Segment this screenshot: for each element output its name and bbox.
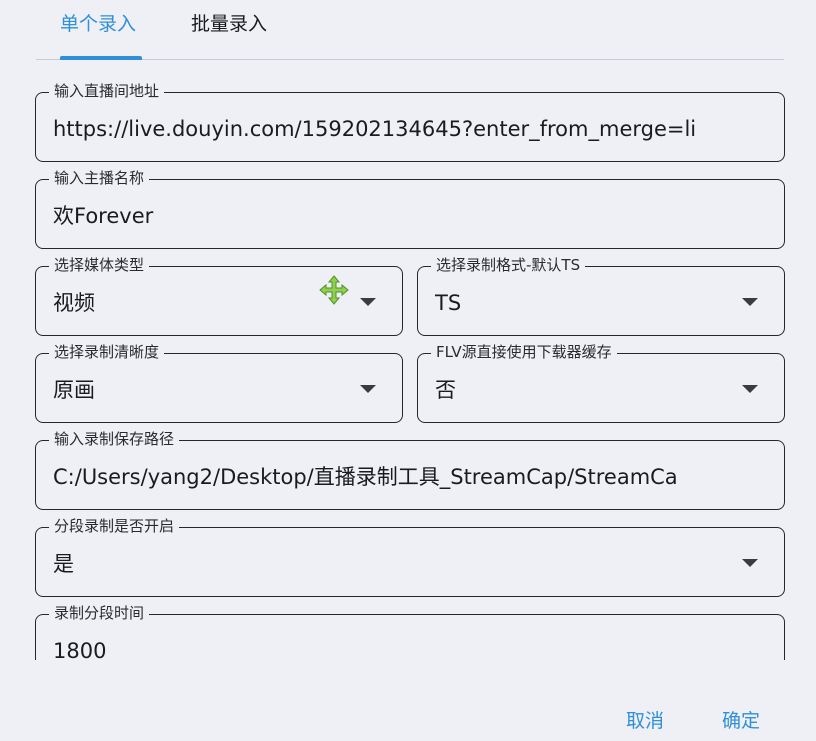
quality-label: 选择录制清晰度 xyxy=(49,342,165,362)
record-format-select[interactable]: 选择录制格式-默认TS TS xyxy=(417,255,785,336)
segment-time-field[interactable]: 录制分段时间 1800 xyxy=(35,603,785,660)
streamer-name-label: 输入主播名称 xyxy=(49,168,150,188)
record-format-value: TS xyxy=(435,291,462,315)
segment-time-label: 录制分段时间 xyxy=(49,603,150,623)
save-path-label: 输入录制保存路径 xyxy=(49,429,180,449)
flv-cache-label: FLV源直接使用下载器缓存 xyxy=(431,342,617,362)
quality-select[interactable]: 选择录制清晰度 原画 xyxy=(35,342,403,423)
chevron-down-icon[interactable] xyxy=(742,559,758,567)
segment-enabled-label: 分段录制是否开启 xyxy=(49,516,180,536)
tab-single-entry[interactable]: 单个录入 xyxy=(60,10,136,38)
media-type-label: 选择媒体类型 xyxy=(49,255,150,275)
streamer-name-input[interactable]: 欢Forever xyxy=(53,201,768,231)
record-format-label: 选择录制格式-默认TS xyxy=(431,255,586,275)
chevron-down-icon[interactable] xyxy=(742,298,758,306)
chevron-down-icon[interactable] xyxy=(742,385,758,393)
media-type-select[interactable]: 选择媒体类型 视频 xyxy=(35,255,403,336)
tab-batch-entry[interactable]: 批量录入 xyxy=(191,10,267,38)
live-url-label: 输入直播间地址 xyxy=(49,81,165,101)
segment-time-input[interactable]: 1800 xyxy=(53,636,768,660)
dialog-actions: 取消 确定 xyxy=(0,706,816,736)
segment-enabled-value: 是 xyxy=(53,552,74,576)
save-path-field[interactable]: 输入录制保存路径 C:/Users/yang2/Desktop/直播录制工具_S… xyxy=(35,429,785,510)
form-scroll-area[interactable]: 输入直播间地址 https://live.douyin.com/15920213… xyxy=(0,76,816,660)
chevron-down-icon[interactable] xyxy=(360,298,376,306)
live-url-field[interactable]: 输入直播间地址 https://live.douyin.com/15920213… xyxy=(35,81,785,162)
active-tab-indicator xyxy=(60,56,142,60)
streamer-name-field[interactable]: 输入主播名称 欢Forever xyxy=(35,168,785,249)
chevron-down-icon[interactable] xyxy=(360,385,376,393)
save-path-input[interactable]: C:/Users/yang2/Desktop/直播录制工具_StreamCap/… xyxy=(53,462,768,492)
tabs-divider xyxy=(36,59,784,60)
flv-cache-select[interactable]: FLV源直接使用下载器缓存 否 xyxy=(417,342,785,423)
confirm-button[interactable]: 确定 xyxy=(722,706,760,736)
move-cursor-icon xyxy=(319,275,349,305)
segment-enabled-select[interactable]: 分段录制是否开启 是 xyxy=(35,516,785,597)
tab-bar: 单个录入 批量录入 xyxy=(36,0,784,61)
cancel-button[interactable]: 取消 xyxy=(626,706,664,736)
flv-cache-value: 否 xyxy=(435,378,456,402)
live-url-input[interactable]: https://live.douyin.com/159202134645?ent… xyxy=(53,114,768,144)
quality-value: 原画 xyxy=(53,378,95,402)
